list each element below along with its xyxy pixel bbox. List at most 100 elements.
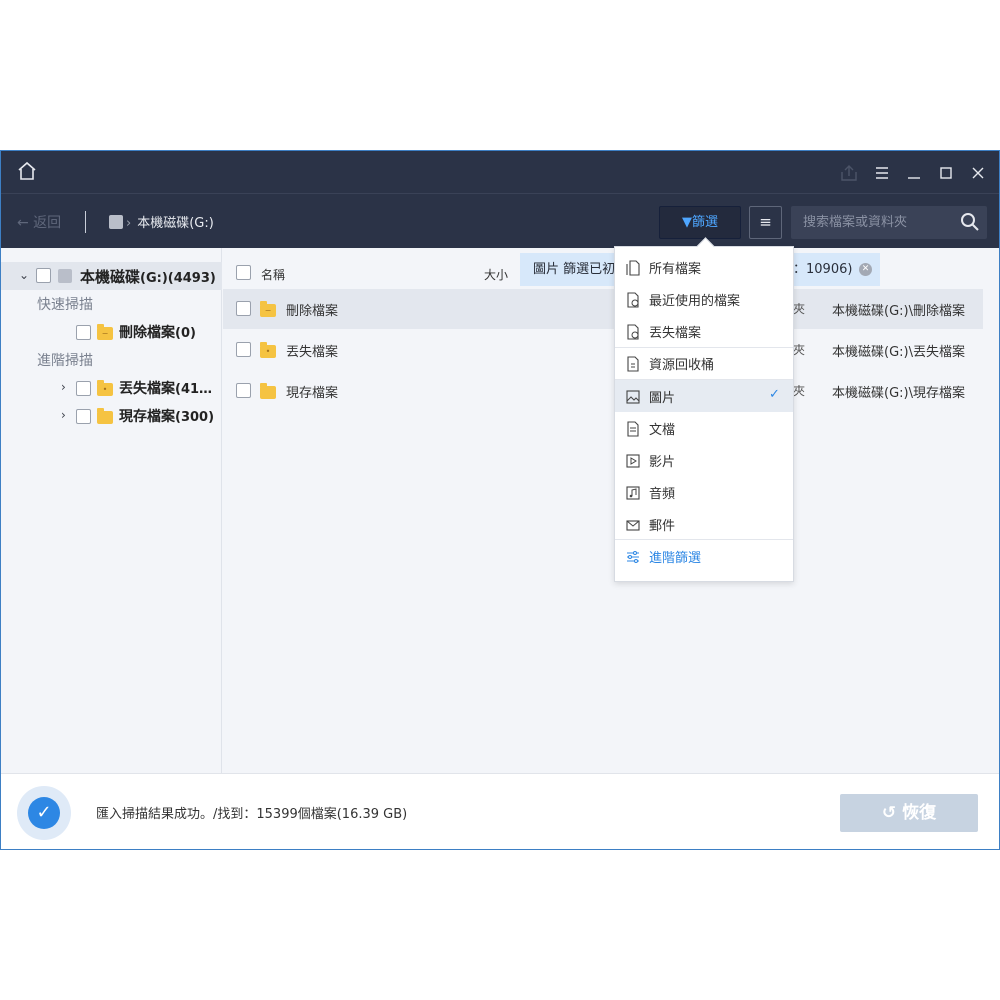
row-name: 現存檔案: [286, 386, 339, 401]
menu-item-mail[interactable]: 郵件: [615, 508, 793, 540]
home-icon[interactable]: [17, 161, 37, 181]
chevron-right-icon[interactable]: ›: [61, 408, 66, 422]
row-path: 本機磁碟(G:)\現存檔案: [832, 386, 965, 401]
image-icon: [626, 390, 640, 404]
chevron-right-icon[interactable]: ›: [61, 380, 66, 394]
maximize-icon[interactable]: [938, 165, 954, 181]
menu-item-images[interactable]: 圖片 ✓: [615, 380, 793, 412]
check-circle-icon: ✓: [28, 797, 60, 829]
quick-scan-label: 快速掃描: [37, 297, 93, 313]
file-list: 名稱 大小 圖片 篩選已初 ：10906) ✕ − 刪除檔案 夾 本機磁碟(G:…: [223, 248, 999, 773]
search-input[interactable]: [791, 206, 951, 239]
tree-checkbox[interactable]: [76, 381, 91, 396]
breadcrumb-separator: ›: [126, 216, 132, 231]
drive-icon: [109, 215, 123, 229]
menu-item-label: 圖片: [649, 391, 676, 406]
back-button[interactable]: ← 返回: [17, 212, 61, 232]
recover-label: 恢復: [902, 803, 937, 823]
recent-files-icon: [627, 292, 639, 308]
view-list-button[interactable]: ≡: [749, 206, 782, 239]
success-badge: ✓: [17, 786, 71, 840]
menu-item-recent-files[interactable]: 最近使用的檔案: [615, 283, 793, 315]
column-header-name[interactable]: 名稱: [261, 266, 285, 283]
minimize-icon[interactable]: [906, 165, 922, 181]
folder-icon: [97, 408, 113, 424]
audio-icon: [626, 486, 640, 500]
mail-icon: [626, 520, 640, 531]
history-icon: ↺: [881, 803, 903, 823]
all-files-icon: [626, 260, 640, 276]
row-path: 本機磁碟(G:)\刪除檔案: [832, 304, 965, 319]
menu-item-label: 郵件: [649, 519, 676, 534]
lost-folder-icon: •: [97, 380, 113, 396]
menu-item-label: 資源回收桶: [649, 358, 715, 373]
close-banner-icon[interactable]: ✕: [859, 263, 872, 276]
export-icon[interactable]: [840, 164, 858, 182]
lost-folder-icon: •: [260, 342, 276, 358]
menu-item-advanced-filter[interactable]: 進階篩選: [615, 540, 793, 572]
status-text: 匯入掃描結果成功。/找到：15399個檔案(16.39 GB): [96, 807, 408, 822]
recover-button[interactable]: ↺ 恢復: [840, 794, 978, 832]
video-icon: [626, 454, 640, 468]
table-row[interactable]: − 刪除檔案 夾 本機磁碟(G:)\刪除檔案: [223, 289, 983, 329]
breadcrumb[interactable]: › 本機磁碟(G:): [109, 212, 214, 231]
tree-root-drive[interactable]: ⌄ 本機磁碟(G:)(4493): [1, 262, 222, 290]
checkmark-icon: ✓: [769, 387, 780, 402]
menu-item-label: 音頻: [649, 487, 676, 502]
tree-item-label: 丟失檔案(41…: [119, 381, 213, 397]
sidebar-tree: ⌄ 本機磁碟(G:)(4493) 快速掃描 − 刪除檔案(0) 進階掃描 › •…: [1, 248, 222, 773]
advanced-scan-label: 進階掃描: [37, 353, 93, 369]
filter-dropdown: 所有檔案 最近使用的檔案 丟失檔案 資源回收桶 圖片 ✓ 文檔 影片 音頻 郵件…: [614, 246, 794, 582]
tree-checkbox[interactable]: [76, 325, 91, 340]
filter-button[interactable]: ▼篩選: [659, 206, 741, 239]
title-bar: [1, 151, 999, 193]
table-row[interactable]: • 丟失檔案 夾 本機磁碟(G:)\丟失檔案: [223, 330, 983, 370]
menu-item-recycle-bin[interactable]: 資源回收桶: [615, 347, 793, 379]
menu-item-all-files[interactable]: 所有檔案: [615, 251, 793, 283]
filter-banner-count: ：10906): [793, 262, 853, 277]
toolbar-divider: [85, 211, 86, 233]
chevron-down-icon[interactable]: ⌄: [19, 268, 29, 282]
row-type: 夾: [793, 302, 806, 316]
row-name: 刪除檔案: [286, 304, 339, 319]
lost-files-icon: [627, 324, 639, 340]
tree-checkbox[interactable]: [36, 268, 51, 283]
row-checkbox[interactable]: [236, 301, 251, 316]
close-icon[interactable]: [970, 165, 986, 181]
row-name: 丟失檔案: [286, 345, 339, 360]
row-checkbox[interactable]: [236, 383, 251, 398]
column-header-size[interactable]: 大小: [484, 266, 508, 283]
status-bar: ✓ 匯入掃描結果成功。/找到：15399個檔案(16.39 GB) ↺ 恢復: [1, 773, 999, 849]
tree-checkbox[interactable]: [76, 409, 91, 424]
select-all-checkbox[interactable]: [236, 265, 251, 280]
table-row[interactable]: 現存檔案 夾 本機磁碟(G:)\現存檔案: [223, 371, 983, 411]
filter-icon: ▼: [681, 215, 692, 230]
folder-icon: [260, 383, 276, 399]
menu-item-label: 所有檔案: [649, 262, 702, 277]
menu-item-label: 進階篩選: [649, 551, 702, 566]
document-icon: [627, 421, 639, 437]
row-path: 本機磁碟(G:)\丟失檔案: [832, 345, 965, 360]
deleted-folder-icon: −: [97, 324, 113, 340]
row-type: 夾: [793, 343, 806, 357]
menu-item-label: 文檔: [649, 423, 676, 438]
filter-banner-text: 圖片 篩選已初: [533, 262, 616, 277]
menu-item-audio[interactable]: 音頻: [615, 476, 793, 508]
menu-item-label: 丟失檔案: [649, 326, 702, 341]
tree-item-label: 刪除檔案(0): [119, 325, 196, 341]
row-checkbox[interactable]: [236, 342, 251, 357]
menu-item-documents[interactable]: 文檔: [615, 412, 793, 444]
drive-icon: [58, 269, 72, 283]
menu-item-videos[interactable]: 影片: [615, 444, 793, 476]
menu-item-label: 最近使用的檔案: [649, 294, 741, 309]
tree-root-label: 本機磁碟(G:)(4493): [80, 268, 216, 286]
tree-item-label: 現存檔案(300): [119, 409, 215, 425]
recycle-bin-icon: [627, 356, 639, 372]
filter-label: 篩選: [691, 215, 718, 230]
search-icon[interactable]: [959, 211, 981, 233]
menu-item-lost-files[interactable]: 丟失檔案: [615, 315, 793, 347]
deleted-folder-icon: −: [260, 301, 276, 317]
breadcrumb-drive: 本機磁碟(G:): [137, 216, 214, 231]
row-type: 夾: [793, 384, 806, 398]
menu-icon[interactable]: [874, 165, 890, 181]
